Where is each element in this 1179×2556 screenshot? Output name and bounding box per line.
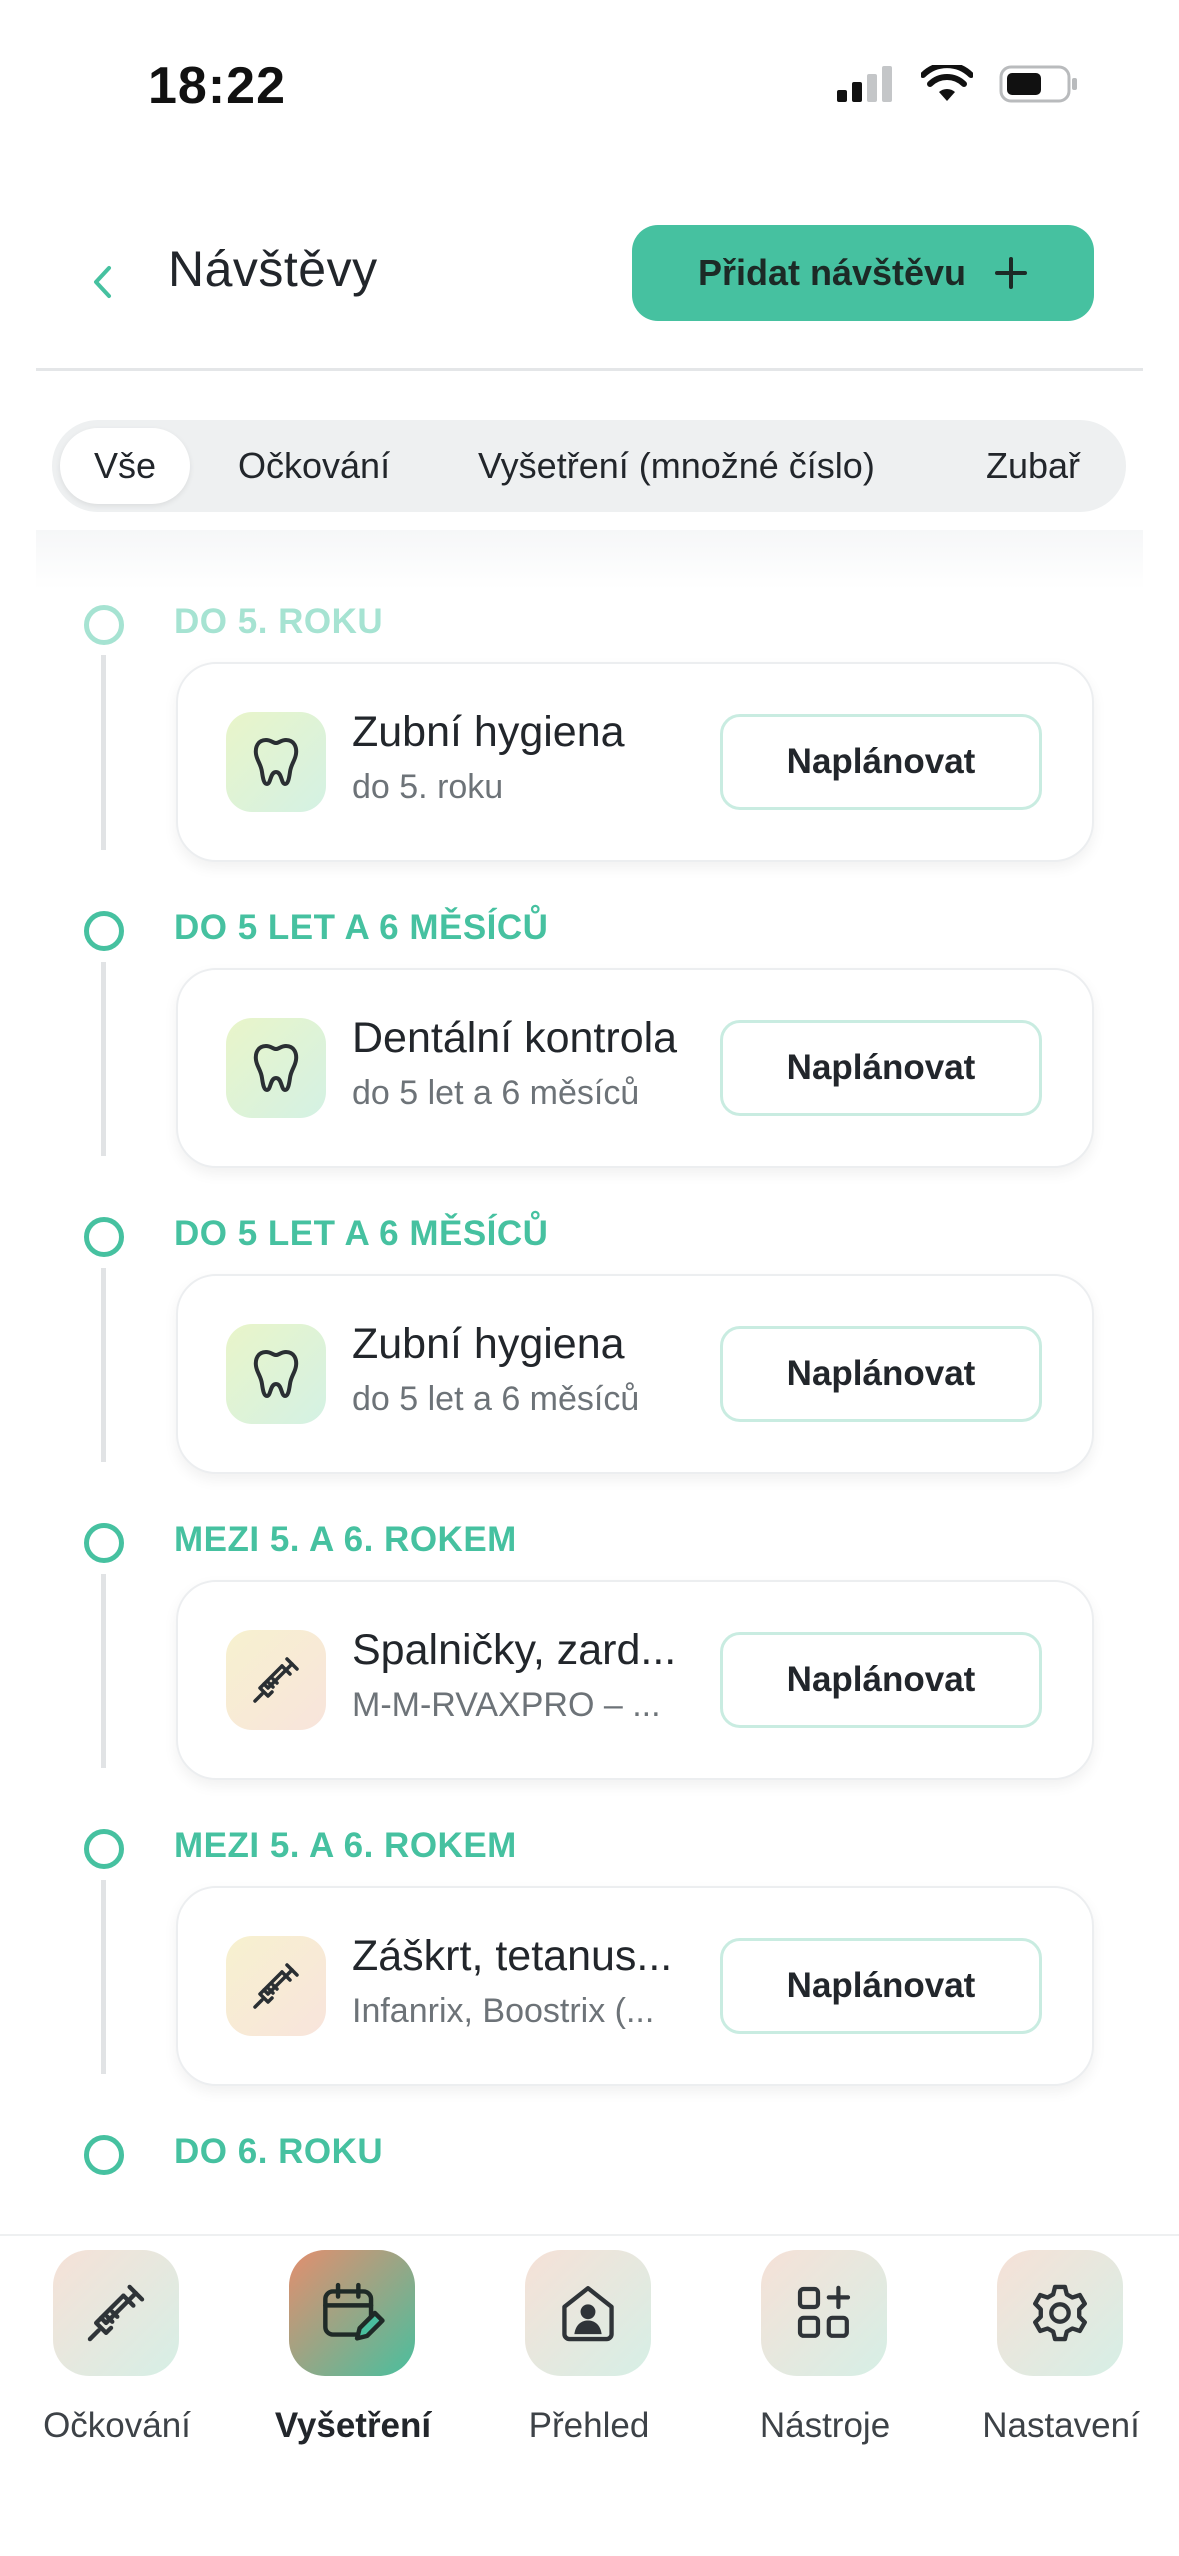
- wifi-icon: [921, 65, 973, 101]
- timeline-line: [101, 962, 106, 1156]
- timeline-line: [101, 1574, 106, 1768]
- visit-title: Záškrt, tetanus...: [352, 1932, 673, 1980]
- timeline-dot: [84, 1217, 124, 1257]
- chevron-left-icon: [94, 266, 111, 298]
- visit-subtitle: Infanrix, Boostrix (...: [352, 1992, 655, 2030]
- syringe-icon: [226, 1936, 326, 2036]
- status-time: 18:22: [148, 57, 286, 115]
- visit-card[interactable]: Dentální kontrola do 5 let a 6 měsíců Na…: [176, 968, 1094, 1168]
- visit-title: Zubní hygiena: [352, 708, 625, 756]
- tab-label: Nastavení: [982, 2406, 1140, 2445]
- filter-chip-bar[interactable]: Vše Očkování Vyšetření (množné číslo) Zu…: [52, 420, 1126, 512]
- timeline-dot: [84, 911, 124, 951]
- tab-label: Vyšetření: [274, 2406, 432, 2445]
- visit-subtitle: M-M-RVAXPRO – ...: [352, 1686, 661, 1724]
- filter-chip-examinations[interactable]: Vyšetření (množné číslo): [478, 428, 875, 504]
- timeline-line: [101, 1268, 106, 1462]
- syringe-icon: [226, 1630, 326, 1730]
- filter-chip-all[interactable]: Vše: [60, 428, 191, 504]
- add-visit-label: Přidat návštěvu: [697, 252, 967, 293]
- header-divider: [36, 368, 1143, 371]
- filter-chip-vaccination[interactable]: Očkování: [238, 428, 390, 504]
- tab-overview[interactable]: Přehled: [479, 2250, 699, 2470]
- timeline-dot: [84, 2135, 124, 2175]
- syringe-icon: [53, 2250, 179, 2376]
- timeline-group-label: DO 5 LET A 6 MĚSÍCŮ: [174, 1214, 549, 1253]
- visit-title: Zubní hygiena: [352, 1320, 625, 1368]
- schedule-button[interactable]: Naplánovat: [720, 1632, 1042, 1728]
- visit-card[interactable]: Zubní hygiena do 5. roku Naplánovat: [176, 662, 1094, 862]
- bottom-tab-bar: Očkování Vyšetření Přehled Nástroje Nast…: [0, 2234, 1179, 2556]
- tooth-icon: [226, 1324, 326, 1424]
- tab-label: Přehled: [528, 2406, 650, 2445]
- gear-icon: [997, 2250, 1123, 2376]
- timeline-group-label: DO 5. ROKU: [174, 602, 384, 641]
- status-bar: 18:22: [0, 0, 1179, 170]
- battery-icon: [999, 65, 1077, 103]
- timeline-dot: [84, 605, 124, 645]
- visits-screen: 18:22 Návštěvy Přidat návštěvu Vše Očkov…: [0, 0, 1179, 2556]
- tab-tools[interactable]: Nástroje: [715, 2250, 935, 2470]
- tooth-icon: [226, 712, 326, 812]
- visit-subtitle: do 5 let a 6 měsíců: [352, 1380, 640, 1418]
- timeline-dot: [84, 1829, 124, 1869]
- visit-subtitle: do 5. roku: [352, 768, 504, 806]
- timeline-dot: [84, 1523, 124, 1563]
- schedule-button[interactable]: Naplánovat: [720, 714, 1042, 810]
- filter-chip-dentist[interactable]: Zubař: [986, 428, 1080, 504]
- tab-label: Nástroje: [759, 2406, 891, 2445]
- tab-label: Očkování: [43, 2406, 191, 2445]
- visit-card[interactable]: Záškrt, tetanus... Infanrix, Boostrix (.…: [176, 1886, 1094, 2086]
- calendar-edit-icon: [289, 2250, 415, 2376]
- tab-examinations[interactable]: Vyšetření: [243, 2250, 463, 2470]
- grid-plus-icon: [761, 2250, 887, 2376]
- timeline-group-label: DO 5 LET A 6 MĚSÍCŮ: [174, 908, 549, 947]
- schedule-button[interactable]: Naplánovat: [720, 1326, 1042, 1422]
- visit-title: Dentální kontrola: [352, 1014, 678, 1062]
- add-visit-button[interactable]: Přidat návštěvu: [632, 225, 1094, 321]
- scroll-fade: [36, 530, 1143, 590]
- status-icons: [837, 64, 1079, 104]
- visit-card[interactable]: Spalničky, zard... M-M-RVAXPRO – ... Nap…: [176, 1580, 1094, 1780]
- timeline-line: [101, 655, 106, 850]
- back-button[interactable]: [70, 250, 134, 314]
- visit-title: Spalničky, zard...: [352, 1626, 677, 1674]
- timeline-group-label: MEZI 5. A 6. ROKEM: [174, 1520, 517, 1559]
- visit-subtitle: do 5 let a 6 měsíců: [352, 1074, 640, 1112]
- timeline-group-label: MEZI 5. A 6. ROKEM: [174, 1826, 517, 1865]
- tab-vaccination[interactable]: Očkování: [7, 2250, 227, 2470]
- tab-settings[interactable]: Nastavení: [951, 2250, 1171, 2470]
- plus-icon: [995, 257, 1028, 289]
- profile-house-icon: [525, 2250, 651, 2376]
- cellular-signal-icon: [837, 66, 892, 102]
- header: Návštěvy Přidat návštěvu: [0, 200, 1179, 370]
- visit-card[interactable]: Zubní hygiena do 5 let a 6 měsíců Naplán…: [176, 1274, 1094, 1474]
- tooth-icon: [226, 1018, 326, 1118]
- timeline-line: [101, 1880, 106, 2074]
- schedule-button[interactable]: Naplánovat: [720, 1020, 1042, 1116]
- schedule-button[interactable]: Naplánovat: [720, 1938, 1042, 2034]
- page-title: Návštěvy: [168, 241, 378, 297]
- timeline-group-label: DO 6. ROKU: [174, 2132, 384, 2171]
